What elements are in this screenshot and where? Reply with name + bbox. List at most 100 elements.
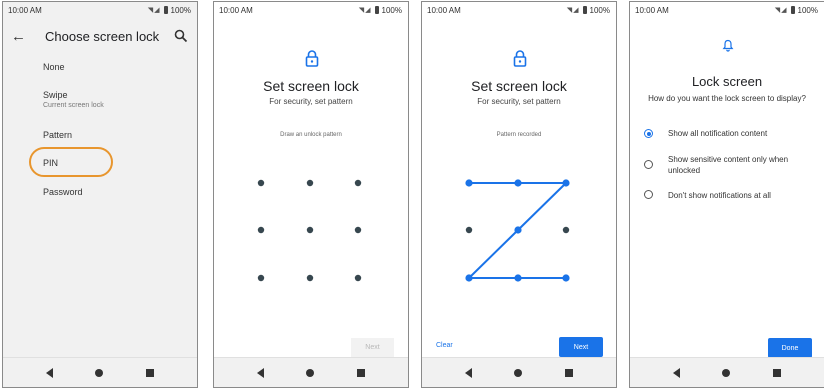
pattern-dot[interactable]: [562, 226, 570, 234]
status-time: 10:00 AM: [219, 5, 253, 15]
status-time: 10:00 AM: [427, 5, 461, 15]
nav-recents-icon[interactable]: [564, 368, 573, 377]
app-bar: ← Choose screen lock: [3, 18, 197, 54]
nav-bar: [3, 357, 197, 387]
nav-bar: [422, 357, 616, 387]
status-time: 10:00 AM: [8, 5, 42, 15]
nav-back-icon[interactable]: [257, 367, 265, 378]
battery-level: 100%: [797, 5, 818, 15]
lock-screen-notifications-screen: 10:00 AM ◥◢ 100% Lock screen How do you …: [629, 1, 824, 388]
pattern-recorded-screen: 10:00 AM ◥◢ 100% Set screen lock For sec…: [421, 1, 617, 388]
done-button[interactable]: Done: [768, 338, 812, 358]
option-pattern[interactable]: Pattern: [43, 130, 72, 140]
screen-subtitle: For security, set pattern: [269, 97, 353, 106]
option-label: Password: [43, 187, 83, 197]
nav-back-icon[interactable]: [673, 367, 681, 378]
status-bar: 10:00 AM ◥◢ 100%: [214, 2, 408, 18]
nav-home-icon[interactable]: [722, 368, 731, 377]
signal-icon: ◥◢: [358, 7, 372, 14]
signal-icon: ◥◢: [566, 7, 580, 14]
back-arrow-icon[interactable]: ←: [11, 28, 33, 45]
clear-button[interactable]: Clear: [436, 342, 453, 349]
next-button[interactable]: Next: [559, 337, 603, 357]
nav-bar: [630, 357, 824, 387]
pin-highlight-ring: [29, 147, 113, 177]
radio-option-sensitive[interactable]: Show sensitive content only when unlocke…: [644, 154, 816, 176]
nav-home-icon[interactable]: [514, 368, 523, 377]
option-label: Pattern: [43, 130, 73, 140]
nav-recents-icon[interactable]: [772, 368, 781, 377]
pattern-dot[interactable]: [562, 179, 570, 187]
pattern-dot[interactable]: [354, 179, 362, 187]
radio-button[interactable]: [644, 190, 653, 199]
nav-home-icon[interactable]: [306, 368, 315, 377]
radio-option-show-all[interactable]: Show all notification content: [644, 128, 816, 139]
page-title: Choose screen lock: [45, 28, 160, 44]
nav-bar: [214, 357, 408, 387]
status-bar: 10:00 AM ◥◢ 100%: [3, 2, 197, 18]
radio-label: Show all notification content: [668, 129, 768, 138]
pattern-dot[interactable]: [514, 274, 522, 282]
option-password[interactable]: Password: [43, 187, 83, 197]
battery-icon: [374, 6, 379, 14]
pattern-dot[interactable]: [465, 226, 473, 234]
pattern-dot[interactable]: [354, 226, 362, 234]
nav-back-icon[interactable]: [46, 367, 54, 378]
option-pin[interactable]: PIN: [43, 158, 58, 168]
status-bar: 10:00 AM ◥◢ 100%: [422, 2, 616, 18]
option-sublabel: Current screen lock: [43, 102, 104, 109]
pattern-dot[interactable]: [562, 274, 570, 282]
pattern-dot[interactable]: [257, 274, 265, 282]
nav-back-icon[interactable]: [465, 367, 473, 378]
pattern-dot[interactable]: [514, 179, 522, 187]
choose-screen-lock-screen: 10:00 AM ◥◢ 100% ← Choose screen lock No…: [2, 1, 198, 388]
radio-label: Show sensitive content only when unlocke…: [668, 155, 789, 175]
pattern-dot[interactable]: [465, 274, 473, 282]
screen-question: How do you want the lock screen to displ…: [648, 94, 806, 103]
radio-option-hide-all[interactable]: Don't show notifications at all: [644, 190, 816, 201]
option-label: None: [43, 62, 65, 72]
screen-subtitle: For security, set pattern: [477, 97, 561, 106]
battery-icon: [790, 6, 795, 14]
radio-label: Don't show notifications at all: [668, 191, 771, 200]
lock-options-list: None Swipe Current screen lock Pattern P…: [3, 54, 197, 357]
pattern-dot[interactable]: [306, 274, 314, 282]
lock-icon: [513, 50, 527, 67]
pattern-grid[interactable]: [422, 152, 617, 302]
pattern-dot[interactable]: [257, 226, 265, 234]
pattern-hint: Draw an unlock pattern: [280, 132, 342, 138]
next-button[interactable]: Next: [351, 338, 394, 357]
option-label: PIN: [43, 158, 59, 168]
pattern-dot[interactable]: [306, 179, 314, 187]
pattern-dot[interactable]: [465, 179, 473, 187]
nav-home-icon[interactable]: [95, 368, 104, 377]
lock-icon: [305, 50, 319, 67]
status-time: 10:00 AM: [635, 5, 669, 15]
signal-icon: ◥◢: [774, 7, 788, 14]
battery-icon: [163, 6, 168, 14]
pattern-grid[interactable]: [214, 152, 409, 302]
pattern-dot[interactable]: [514, 226, 522, 234]
screen-title: Lock screen: [691, 74, 763, 89]
battery-level: 100%: [170, 5, 191, 15]
screen-title: Set screen lock: [471, 78, 567, 94]
nav-recents-icon[interactable]: [145, 368, 154, 377]
nav-recents-icon[interactable]: [356, 368, 365, 377]
pattern-dot[interactable]: [354, 274, 362, 282]
battery-level: 100%: [589, 5, 610, 15]
pattern-dot[interactable]: [257, 179, 265, 187]
screen-title: Set screen lock: [263, 78, 359, 94]
option-label: Swipe: [43, 90, 68, 100]
set-pattern-screen: 10:00 AM ◥◢ 100% Set screen lock For sec…: [213, 1, 409, 388]
option-swipe[interactable]: Swipe Current screen lock: [43, 90, 104, 109]
radio-button-selected[interactable]: [644, 129, 653, 138]
pattern-hint: Pattern recorded: [496, 132, 542, 138]
radio-button[interactable]: [644, 160, 653, 169]
pattern-dot[interactable]: [306, 226, 314, 234]
option-none[interactable]: None: [43, 62, 65, 72]
status-bar: 10:00 AM ◥◢ 100%: [630, 2, 824, 18]
search-icon[interactable]: [173, 28, 189, 44]
signal-icon: ◥◢: [147, 7, 161, 14]
battery-level: 100%: [381, 5, 402, 15]
battery-icon: [582, 6, 587, 14]
